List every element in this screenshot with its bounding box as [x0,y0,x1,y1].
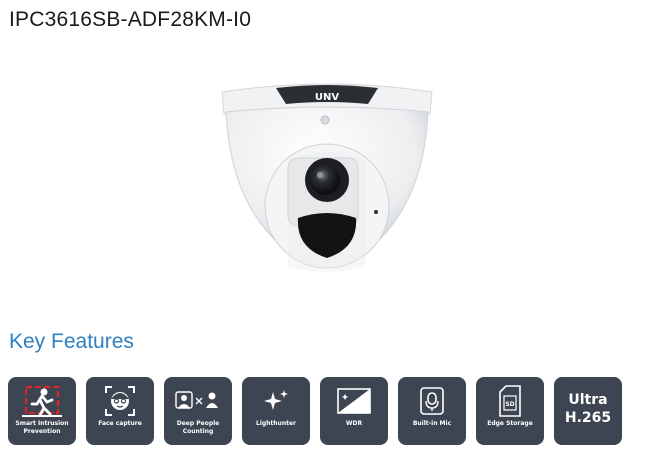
face-icon [86,382,154,420]
feature-label: Deep People Counting [176,420,220,435]
sparkle-icon [242,382,310,420]
model-title: IPC3616SB-ADF28KM-I0 [9,8,252,31]
feature-label: Edge Storage [487,420,533,427]
wdr-icon [320,382,388,420]
ultra-h265-label: Ultra H.265 [565,391,611,427]
key-features-heading: Key Features [9,330,134,353]
key-features-list: Smart Intrusion Prevention Face capture [8,377,638,445]
feature-label: Built-in Mic [412,420,452,427]
mic-icon [398,382,466,420]
h265-label: H.265 [564,410,612,426]
ultra-label: Ultra [568,392,608,408]
camera-product-image: UNV [216,78,438,278]
svg-text:SD: SD [505,401,514,408]
sd-card-icon: SD [476,382,544,420]
feature-tile-people-counting: Deep People Counting [164,377,232,445]
feature-label: Smart Intrusion Prevention [15,420,69,435]
dome-camera-illustration: UNV [221,83,433,272]
brand-logo: UNV [315,92,339,103]
intrusion-icon [8,382,76,420]
feature-label: WDR [345,420,363,427]
feature-tile-wdr: WDR [320,377,388,445]
feature-tile-lighthunter: Lighthunter [242,377,310,445]
feature-label: Lighthunter [255,420,297,427]
people-counting-icon [164,382,232,420]
feature-tile-built-in-mic: Built-in Mic [398,377,466,445]
feature-tile-ultra-h265: Ultra H.265 [554,377,622,445]
feature-tile-face-capture: Face capture [86,377,154,445]
feature-tile-edge-storage: SD Edge Storage [476,377,544,445]
feature-tile-smart-intrusion: Smart Intrusion Prevention [8,377,76,445]
feature-label: Face capture [98,420,142,427]
